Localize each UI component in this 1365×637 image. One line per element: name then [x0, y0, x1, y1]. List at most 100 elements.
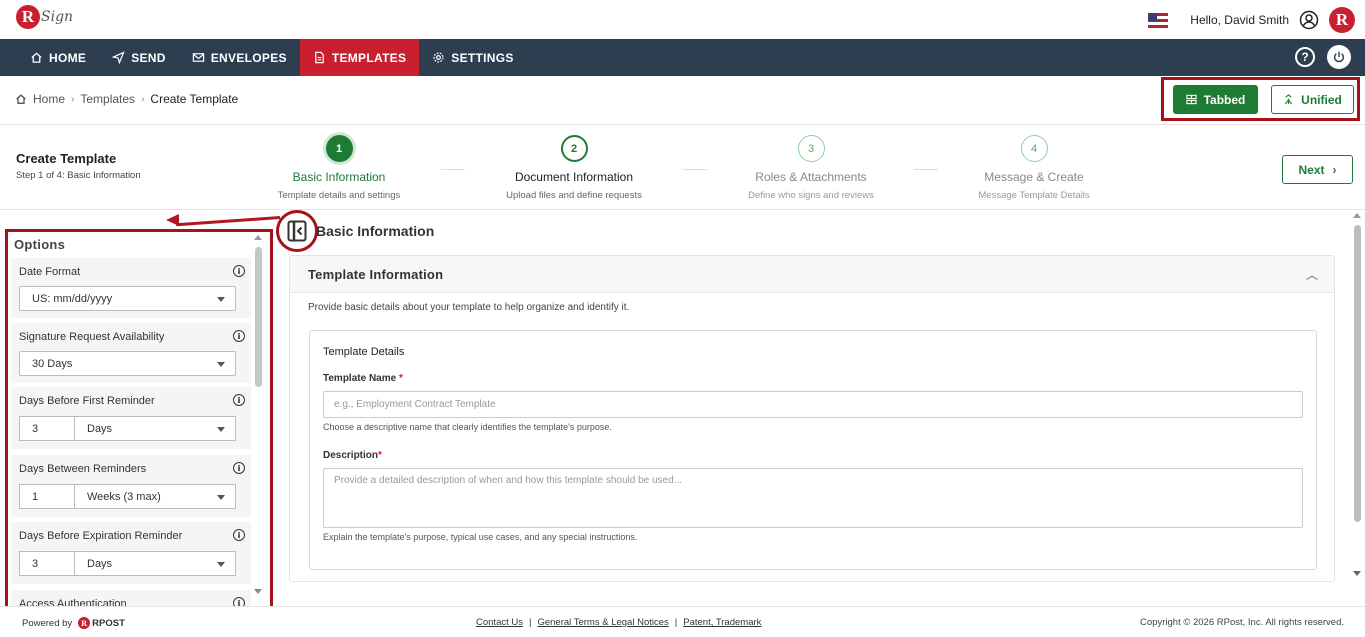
description-textarea[interactable]: Provide a detailed description of when a…: [323, 468, 1303, 528]
step-label: Roles & Attachments: [755, 170, 867, 184]
caret-down-icon: [217, 362, 225, 367]
user-profile-icon[interactable]: [1299, 10, 1319, 30]
scroll-down-arrow[interactable]: [254, 589, 262, 594]
template-details-box: Template Details Template Name * e.g., E…: [309, 330, 1317, 570]
sidebar-scrollbar[interactable]: [255, 247, 262, 387]
annotation-arrow-head: [166, 214, 179, 226]
nav-settings[interactable]: SETTINGS: [419, 39, 526, 76]
select-value: Weeks (3 max): [87, 490, 161, 503]
availability-option: Signature Request Availability i 30 Days: [11, 323, 251, 383]
details-title: Template Details: [323, 346, 405, 358]
step-number: 2: [560, 135, 588, 162]
avatar[interactable]: R: [1329, 7, 1355, 33]
home-icon: [16, 94, 26, 104]
tabbed-label: Tabbed: [1203, 92, 1246, 107]
rpost-logo: R RPOST: [78, 617, 125, 629]
main-scroll-down-arrow[interactable]: [1353, 571, 1361, 576]
unified-view-button[interactable]: Unified: [1271, 85, 1354, 114]
template-name-label: Template Name *: [323, 373, 403, 384]
page-subtitle: Step 1 of 4: Basic Information: [16, 170, 141, 181]
info-icon[interactable]: i: [233, 265, 245, 277]
between-reminders-option: Days Between Reminders i 1 Weeks (3 max): [11, 455, 251, 517]
nav-templates-label: TEMPLATES: [331, 50, 407, 65]
contact-us-link[interactable]: Contact Us: [476, 617, 523, 628]
template-name-hint: Choose a descriptive name that clearly i…: [323, 422, 612, 432]
greeting-text: Hello, David Smith: [1190, 13, 1289, 27]
power-logout-icon[interactable]: [1327, 45, 1351, 69]
stepper-bar: Create Template Step 1 of 4: Basic Infor…: [0, 125, 1365, 210]
merge-icon: [1285, 94, 1293, 105]
patent-link[interactable]: Patent, Trademark: [683, 617, 761, 628]
info-icon[interactable]: i: [233, 394, 245, 406]
breadcrumb-separator: ›: [71, 93, 75, 105]
home-icon: [31, 52, 42, 63]
date-format-select[interactable]: US: mm/dd/yyyy: [19, 286, 236, 311]
scroll-up-arrow[interactable]: [254, 235, 262, 240]
us-uk-flag-icon[interactable]: [1148, 12, 1169, 28]
step-4[interactable]: 4 Message & Create Message Template Deta…: [934, 135, 1134, 201]
availability-select[interactable]: 30 Days: [19, 351, 236, 376]
info-icon[interactable]: i: [233, 529, 245, 541]
powered-by-text: Powered by: [22, 617, 73, 629]
label-text: Template Name: [323, 373, 397, 384]
breadcrumb-separator: ›: [141, 93, 145, 105]
footer: Powered by R RPOST Contact Us | General T…: [0, 606, 1365, 637]
select-value: 30 Days: [32, 357, 73, 370]
breadcrumb-current: Create Template: [150, 92, 239, 106]
first-reminder-number-input[interactable]: 3: [19, 416, 74, 441]
option-label: Signature Request Availability: [19, 331, 165, 343]
step-label: Basic Information: [292, 170, 386, 184]
step-connector: [683, 169, 707, 170]
next-label: Next: [1298, 162, 1325, 177]
breadcrumb-home[interactable]: Home: [33, 92, 65, 106]
step-1[interactable]: 1 Basic Information Template details and…: [239, 135, 439, 201]
expiration-reminder-number-input[interactable]: 3: [19, 551, 74, 576]
grid-icon: [1185, 94, 1197, 105]
collapse-sidebar-button[interactable]: [276, 210, 318, 252]
copyright-text: Copyright © 2026 RPost, Inc. All rights …: [1140, 617, 1344, 628]
select-value: Days: [87, 422, 113, 435]
nav-home-label: HOME: [49, 50, 87, 65]
step-connector: [441, 169, 465, 170]
step-2[interactable]: 2 Document Information Upload files and …: [474, 135, 674, 201]
envelope-icon: [192, 53, 204, 62]
breadcrumb-templates[interactable]: Templates: [80, 92, 135, 106]
template-name-input[interactable]: e.g., Employment Contract Template: [323, 391, 1303, 418]
between-reminders-unit-select[interactable]: Weeks (3 max): [74, 484, 236, 509]
select-value: US: mm/dd/yyyy: [32, 292, 113, 305]
caret-down-icon: [217, 297, 225, 302]
first-reminder-unit-select[interactable]: Days: [74, 416, 236, 441]
chevron-up-icon[interactable]: ︿: [1306, 266, 1318, 283]
help-icon[interactable]: ?: [1295, 47, 1315, 67]
terms-link[interactable]: General Terms & Legal Notices: [537, 617, 668, 628]
section-title: Basic Information: [316, 223, 435, 239]
select-value: Days: [87, 557, 113, 570]
caret-down-icon: [217, 562, 225, 567]
date-format-option: Date Format i US: mm/dd/yyyy: [11, 258, 251, 318]
between-reminders-number-input[interactable]: 1: [19, 484, 74, 509]
step-3[interactable]: 3 Roles & Attachments Define who signs a…: [711, 135, 911, 201]
breadcrumb: Home › Templates › Create Template: [15, 92, 238, 106]
nav-send[interactable]: SEND: [99, 39, 179, 76]
nav-envelopes[interactable]: ENVELOPES: [179, 39, 300, 76]
info-icon[interactable]: i: [233, 330, 245, 342]
main-scrollbar[interactable]: [1354, 225, 1361, 522]
tabbed-view-button[interactable]: Tabbed: [1173, 85, 1258, 114]
caret-down-icon: [217, 427, 225, 432]
nav-home[interactable]: HOME: [0, 39, 99, 76]
rsign-logo[interactable]: R Sign: [16, 5, 73, 29]
card-header[interactable]: Template Information ︿: [290, 256, 1334, 293]
info-icon[interactable]: i: [233, 462, 245, 474]
option-label: Days Before Expiration Reminder: [19, 530, 183, 542]
option-label: Days Before First Reminder: [19, 395, 155, 407]
main-scroll-up-arrow[interactable]: [1353, 213, 1361, 218]
chevron-right-icon: ›: [1332, 162, 1337, 177]
nav-templates[interactable]: TEMPLATES: [299, 39, 420, 76]
step-desc: Define who signs and reviews: [748, 190, 874, 201]
next-button[interactable]: Next ›: [1282, 155, 1353, 184]
required-mark: *: [398, 373, 403, 384]
footer-separator: |: [674, 617, 678, 628]
expiration-reminder-unit-select[interactable]: Days: [74, 551, 236, 576]
powered-by: Powered by R RPOST: [22, 617, 125, 629]
rpost-text: RPOST: [92, 617, 125, 629]
